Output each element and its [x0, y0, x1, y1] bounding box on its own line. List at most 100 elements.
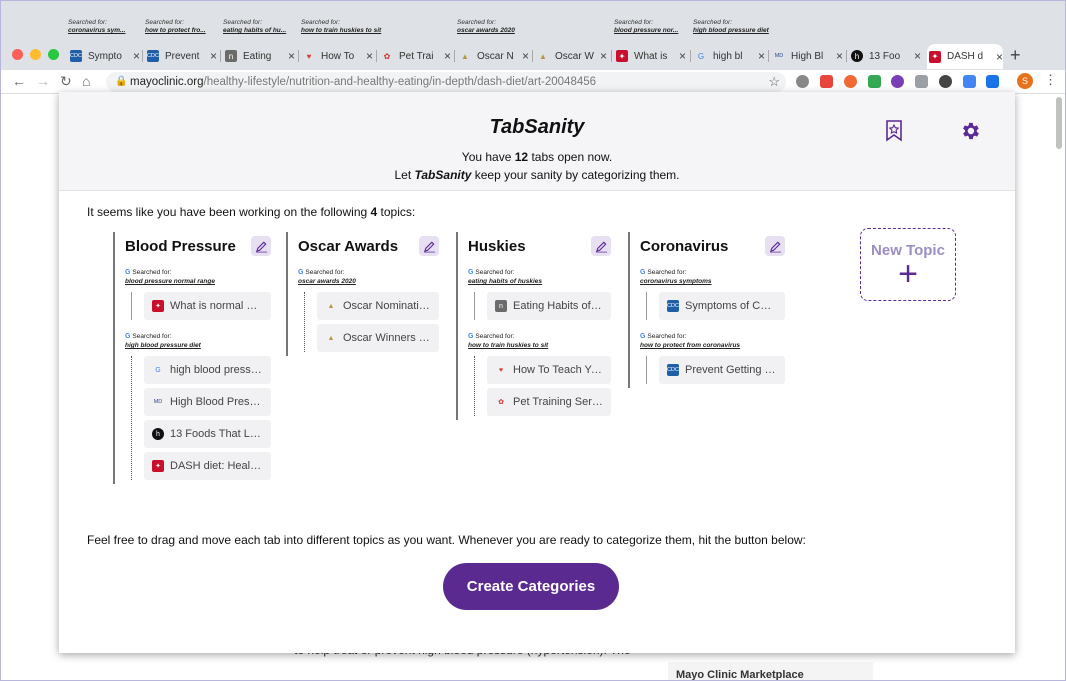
home-icon[interactable]: ⌂ [82, 73, 90, 89]
tab-separator [690, 50, 691, 62]
tab-card-title: DASH diet: Healthy... [170, 460, 263, 472]
tab-card[interactable]: ✦ DASH diet: Healthy... [144, 452, 271, 480]
tab-list: ♥ How To Teach You... ✿ Pet Training Series… [474, 356, 611, 416]
tab-card[interactable]: h 13 Foods That Low... [144, 420, 271, 448]
scroll-thumb[interactable] [1056, 97, 1062, 149]
gear-icon[interactable] [959, 120, 981, 147]
edit-topic-icon[interactable] [591, 236, 611, 256]
annotation-query: oscar awards 2020 [457, 27, 515, 34]
topic-column: Blood Pressure G Searched for: blood press… [113, 232, 271, 484]
browser-tab[interactable]: CDC Sympto × [68, 45, 140, 67]
browser-tab[interactable]: ♥ How To × [301, 45, 373, 67]
tab-card[interactable]: ▲ Oscar Winners 202... [317, 324, 439, 352]
close-tab-icon[interactable]: × [133, 49, 140, 63]
browser-tab[interactable]: MD High Bl × [771, 45, 843, 67]
tab-card[interactable]: ♥ How To Teach You... [487, 356, 611, 384]
annotation-query: how to train huskies to sit [301, 27, 382, 34]
tab-list: CDC Symptoms of Coro... [646, 292, 785, 320]
close-tab-icon[interactable]: × [679, 49, 686, 63]
window-controls [12, 49, 59, 60]
edit-topic-icon[interactable] [251, 236, 271, 256]
purple-extension-icon[interactable] [891, 75, 904, 88]
g-extension-icon[interactable] [939, 75, 952, 88]
tab-separator [768, 50, 769, 62]
tab-card[interactable]: CDC Symptoms of Coro... [659, 292, 785, 320]
mayo-icon: ✦ [929, 50, 941, 63]
address-toolbar: ← → ↻ ⌂ 🔒 mayoclinic.org/healthy-lifesty… [0, 70, 1066, 94]
tab-strip: Searched for: coronavirus sym... Searched … [0, 0, 1066, 70]
menu-kebab-icon[interactable]: ⋮ [1044, 72, 1057, 88]
new-topic-button[interactable]: New Topic + [860, 228, 956, 301]
tab-title: DASH d [947, 51, 984, 62]
oscar-icon: ▲ [539, 51, 547, 61]
tab-title: high bl [713, 50, 743, 62]
browser-tab[interactable]: ✦ DASH d × [927, 44, 1003, 69]
tab-card[interactable]: ✦ What is normal blo... [144, 292, 271, 320]
new-extension-icon[interactable] [986, 75, 999, 88]
cloud-extension-icon[interactable] [796, 75, 809, 88]
cc-extension-icon[interactable] [844, 75, 857, 88]
tab-search-annotation: Searched for: high blood pressure diet [693, 19, 803, 39]
h-icon: h [851, 50, 863, 62]
cdc-icon: CDC [70, 50, 82, 62]
close-tab-icon[interactable]: × [444, 49, 451, 63]
tab-card-title: High Blood Pressu... [170, 396, 263, 408]
browser-tab[interactable]: ✦ What is × [614, 45, 686, 67]
translate-extension-icon[interactable] [963, 75, 976, 88]
tab-card[interactable]: n Eating Habits of Si... [487, 292, 611, 320]
close-window-button[interactable] [12, 49, 23, 60]
tab-card[interactable]: CDC Prevent Getting Si... [659, 356, 785, 384]
green-extension-icon[interactable] [868, 75, 881, 88]
edit-topic-icon[interactable] [419, 236, 439, 256]
h-icon: h [152, 428, 164, 440]
lock-icon: 🔒 [115, 76, 128, 87]
new-tab-button[interactable]: + [1010, 45, 1021, 66]
reload-icon[interactable]: ↻ [60, 73, 72, 90]
edit-topic-icon[interactable] [765, 236, 785, 256]
bookmark-star-icon[interactable] [885, 120, 903, 147]
close-tab-icon[interactable]: × [522, 49, 529, 63]
cdc-icon: CDC [147, 50, 159, 62]
close-tab-icon[interactable]: × [288, 49, 295, 63]
browser-tab[interactable]: Ghigh bl × [693, 45, 765, 67]
address-bar[interactable]: 🔒 mayoclinic.org/healthy-lifestyle/nutri… [106, 72, 786, 92]
search-query-block: G Searched for: how to protect from coron… [640, 332, 785, 350]
minimize-window-button[interactable] [30, 49, 41, 60]
close-tab-icon[interactable]: × [600, 49, 607, 63]
close-tab-icon[interactable]: × [758, 49, 765, 63]
browser-tab[interactable]: ✿ Pet Trai × [379, 45, 451, 67]
shield-extension-icon[interactable] [915, 75, 928, 88]
colorful-extension-icon[interactable] [820, 75, 833, 88]
create-categories-button[interactable]: Create Categories [443, 563, 619, 610]
close-tab-icon[interactable]: × [996, 50, 1003, 64]
close-tab-icon[interactable]: × [914, 49, 921, 63]
bookmark-star-icon[interactable]: ☆ [768, 72, 780, 92]
browser-tab[interactable]: n Eating × [223, 45, 295, 67]
tab-card[interactable]: Ghigh blood pressur... [144, 356, 271, 384]
maximize-window-button[interactable] [48, 49, 59, 60]
close-tab-icon[interactable]: × [836, 49, 843, 63]
page-scrollbar[interactable] [1055, 95, 1063, 681]
browser-tab[interactable]: CDC Prevent × [145, 45, 217, 67]
browser-tab[interactable]: ▲ Oscar W × [535, 45, 607, 67]
browser-tab[interactable]: h 13 Foo × [849, 45, 921, 67]
browser-tab[interactable]: ▲ Oscar N × [457, 45, 529, 67]
close-tab-icon[interactable]: × [366, 49, 373, 63]
topic-header: Oscar Awards [298, 232, 439, 260]
tab-search-annotation: Searched for: how to protect fro... [145, 19, 219, 39]
tab-list: ✦ What is normal blo... [131, 292, 271, 320]
topic-header: Huskies [468, 232, 611, 260]
search-query-block: G Searched for: oscar awards 2020 [298, 268, 439, 286]
tab-card[interactable]: ▲ Oscar Nominations... [317, 292, 439, 320]
profile-avatar[interactable]: S [1017, 73, 1033, 89]
back-arrow-icon[interactable]: ← [12, 73, 26, 89]
forward-arrow-icon[interactable]: → [36, 73, 50, 89]
topic-column: Oscar Awards G Searched for: oscar awards … [286, 232, 439, 356]
close-tab-icon[interactable]: × [210, 49, 217, 63]
oscar-icon: ▲ [461, 51, 469, 61]
tab-separator [298, 50, 299, 62]
tab-search-annotation: Searched for: coronavirus sym... [68, 19, 132, 39]
tab-card[interactable]: MD High Blood Pressu... [144, 388, 271, 416]
tab-count-line: You have 12 tabs open now. [461, 150, 613, 164]
tab-card[interactable]: ✿ Pet Training Series:... [487, 388, 611, 416]
